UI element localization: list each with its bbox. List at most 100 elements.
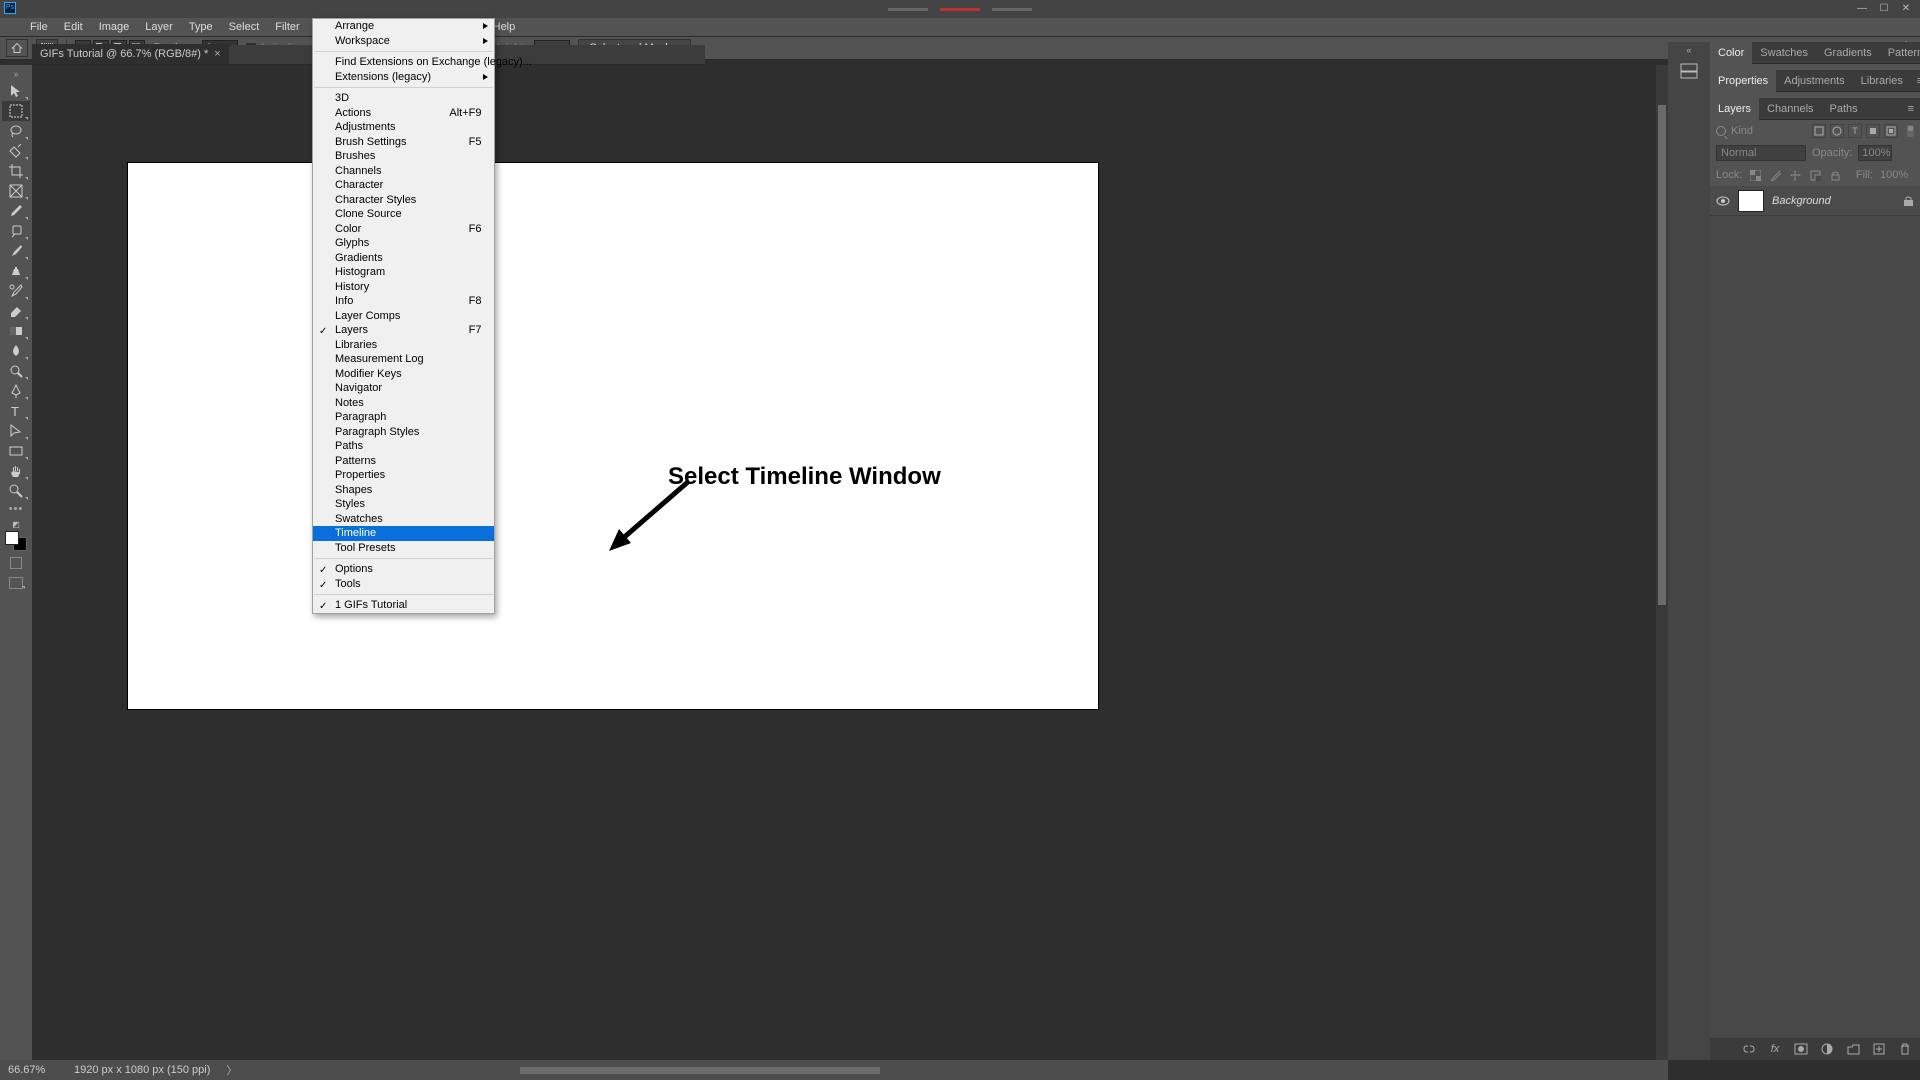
fill-input[interactable]: 100% xyxy=(1880,169,1914,181)
filter-type-icon[interactable]: T xyxy=(1848,124,1862,138)
layer-name[interactable]: Background xyxy=(1772,195,1831,207)
horizontal-scrollbar[interactable] xyxy=(520,1067,1638,1074)
window-minimize-button[interactable]: — xyxy=(1852,2,1872,16)
menu-image[interactable]: Image xyxy=(91,18,138,36)
menu-file[interactable]: File xyxy=(22,18,56,36)
quick-selection-tool[interactable] xyxy=(2,141,30,161)
menu-item-swatches[interactable]: Swatches xyxy=(313,512,494,527)
blend-mode-select[interactable]: Normal xyxy=(1716,145,1806,161)
link-layers-icon[interactable] xyxy=(1742,1042,1756,1056)
filter-shape-icon[interactable] xyxy=(1866,124,1880,138)
menu-item-measurement-log[interactable]: Measurement Log xyxy=(313,352,494,367)
menu-select[interactable]: Select xyxy=(221,18,268,36)
filter-adjustment-icon[interactable] xyxy=(1830,124,1844,138)
opacity-input[interactable]: 100% xyxy=(1858,145,1892,161)
tab-patterns[interactable]: Patterns xyxy=(1880,42,1920,64)
crop-tool[interactable] xyxy=(2,161,30,181)
window-maximize-button[interactable]: ☐ xyxy=(1874,2,1894,16)
dodge-tool[interactable] xyxy=(2,361,30,381)
document-canvas[interactable]: Select Timeline Window xyxy=(128,163,1098,709)
menu-layer[interactable]: Layer xyxy=(137,18,181,36)
menu-item-brush-settings[interactable]: Brush SettingsF5 xyxy=(313,135,494,150)
lock-transparent-icon[interactable] xyxy=(1749,169,1762,182)
healing-brush-tool[interactable] xyxy=(2,221,30,241)
layer-mask-icon[interactable] xyxy=(1794,1042,1808,1056)
history-brush-tool[interactable] xyxy=(2,281,30,301)
menu-item-channels[interactable]: Channels xyxy=(313,164,494,179)
zoom-level[interactable]: 66.67% xyxy=(8,1064,58,1076)
rectangle-tool[interactable] xyxy=(2,441,30,461)
menu-item-timeline[interactable]: Timeline xyxy=(313,526,494,541)
menu-filter[interactable]: Filter xyxy=(267,18,307,36)
search-icon[interactable] xyxy=(1716,126,1726,136)
layer-style-icon[interactable]: fx xyxy=(1768,1042,1782,1056)
menu-item-properties[interactable]: Properties xyxy=(313,468,494,483)
pen-tool[interactable] xyxy=(2,381,30,401)
lock-all-icon[interactable] xyxy=(1829,169,1842,182)
filter-kind-select[interactable]: Kind xyxy=(1731,125,1753,137)
menu-item-layers[interactable]: Layers✓F7 xyxy=(313,323,494,338)
menu-item-paths[interactable]: Paths xyxy=(313,439,494,454)
menu-item-clone-source[interactable]: Clone Source xyxy=(313,207,494,222)
blur-tool[interactable] xyxy=(2,341,30,361)
move-tool[interactable] xyxy=(2,81,30,101)
menu-item-workspace[interactable]: Workspace xyxy=(313,34,494,49)
menu-item-notes[interactable]: Notes xyxy=(313,396,494,411)
lock-image-icon[interactable] xyxy=(1769,169,1782,182)
edit-toolbar-icon[interactable]: ••• xyxy=(9,503,24,515)
frame-tool[interactable] xyxy=(2,181,30,201)
visibility-icon[interactable] xyxy=(1716,194,1730,208)
menu-item-history[interactable]: History xyxy=(313,280,494,295)
menu-item-3d[interactable]: 3D xyxy=(313,91,494,106)
menu-item-libraries[interactable]: Libraries xyxy=(313,338,494,353)
menu-item-paragraph-styles[interactable]: Paragraph Styles xyxy=(313,425,494,440)
gradient-tool[interactable] xyxy=(2,321,30,341)
layer-thumbnail[interactable] xyxy=(1738,190,1764,212)
menu-item-find-extensions-on-exchange-legacy[interactable]: Find Extensions on Exchange (legacy)... xyxy=(313,55,494,70)
lock-position-icon[interactable] xyxy=(1789,169,1802,182)
brush-tool[interactable] xyxy=(2,241,30,261)
lock-icon[interactable] xyxy=(1903,195,1914,207)
layer-row[interactable]: Background xyxy=(1710,186,1920,216)
menu-item-adjustments[interactable]: Adjustments xyxy=(313,120,494,135)
tab-adjustments[interactable]: Adjustments xyxy=(1776,70,1853,92)
quick-mask-icon[interactable] xyxy=(10,557,22,569)
adjustment-layer-icon[interactable] xyxy=(1820,1042,1834,1056)
eraser-tool[interactable] xyxy=(2,301,30,321)
zoom-tool[interactable] xyxy=(2,481,30,501)
menu-item-modifier-keys[interactable]: Modifier Keys xyxy=(313,367,494,382)
filter-smart-icon[interactable] xyxy=(1884,124,1898,138)
menu-item-paragraph[interactable]: Paragraph xyxy=(313,410,494,425)
tab-properties[interactable]: Properties xyxy=(1710,70,1776,92)
menu-item-tool-presets[interactable]: Tool Presets xyxy=(313,541,494,556)
panel-menu-icon[interactable]: ≡ xyxy=(1902,103,1920,115)
group-icon[interactable] xyxy=(1846,1042,1860,1056)
menu-type[interactable]: Type xyxy=(181,18,221,36)
toolbar-collapse-icon[interactable]: » xyxy=(13,69,18,79)
panel-menu-icon[interactable]: ≡ xyxy=(1911,75,1920,87)
lock-artboard-icon[interactable] xyxy=(1809,169,1822,182)
menu-item-shapes[interactable]: Shapes xyxy=(313,483,494,498)
path-selection-tool[interactable] xyxy=(2,421,30,441)
filter-pixel-icon[interactable] xyxy=(1812,124,1826,138)
doc-info-menu-icon[interactable]: 〉 xyxy=(226,1062,237,1078)
marquee-tool[interactable] xyxy=(2,101,30,121)
document-tab[interactable]: GIFs Tutorial @ 66.7% (RGB/8#) * × xyxy=(32,44,229,64)
clone-stamp-tool[interactable] xyxy=(2,261,30,281)
menu-edit[interactable]: Edit xyxy=(56,18,91,36)
menu-item-character[interactable]: Character xyxy=(313,178,494,193)
window-close-button[interactable]: ✕ xyxy=(1896,2,1916,16)
home-button[interactable] xyxy=(6,39,28,57)
menu-item-navigator[interactable]: Navigator xyxy=(313,381,494,396)
close-icon[interactable]: × xyxy=(214,44,220,64)
tab-gradients[interactable]: Gradients xyxy=(1816,42,1880,64)
tab-swatches[interactable]: Swatches xyxy=(1752,42,1816,64)
type-tool[interactable]: T xyxy=(2,401,30,421)
panel-icon[interactable] xyxy=(1674,59,1704,83)
menu-item-tools[interactable]: Tools✓ xyxy=(313,577,494,592)
menu-item-options[interactable]: Options✓ xyxy=(313,562,494,577)
tab-color[interactable]: Color xyxy=(1710,42,1752,64)
filter-toggle[interactable] xyxy=(1907,125,1914,137)
tab-libraries[interactable]: Libraries xyxy=(1853,70,1911,92)
menu-item-extensions-legacy[interactable]: Extensions (legacy) xyxy=(313,70,494,85)
